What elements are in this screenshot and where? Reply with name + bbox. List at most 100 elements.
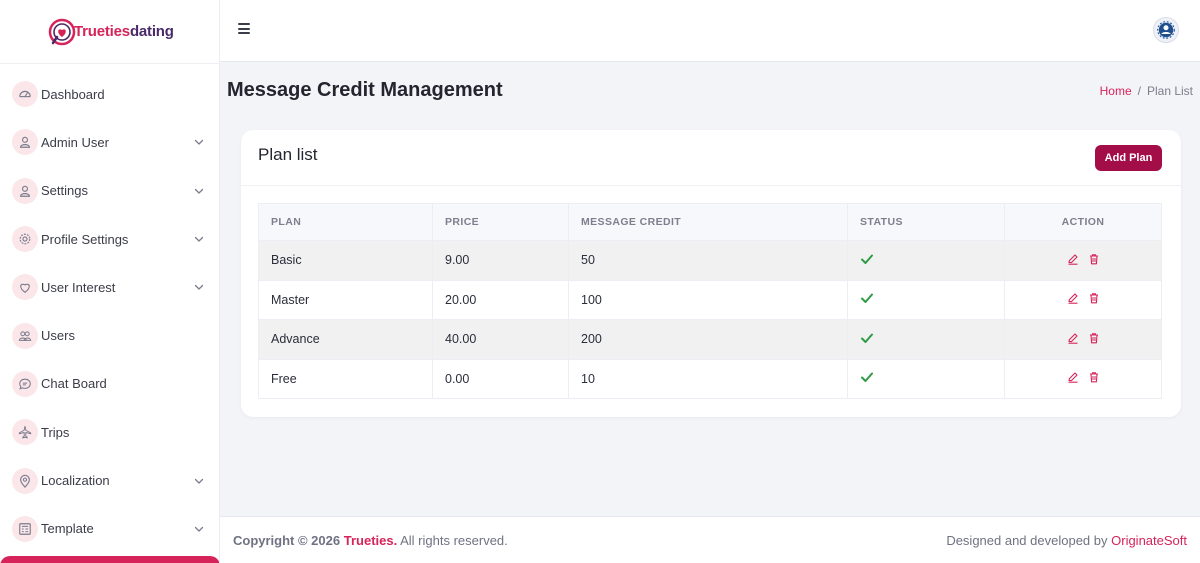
dashboard-icon (12, 81, 38, 108)
location-pin-icon (12, 467, 38, 494)
table-row: Advance 40.00 200 (258, 319, 1162, 360)
sidebar-item-label: Users (41, 328, 75, 344)
footer-copyright: Copyright © 2026 Trueties. All rights re… (233, 533, 508, 548)
sidebar-item-label: Chat Board (41, 376, 107, 392)
check-icon (861, 333, 873, 343)
cell-action (1004, 279, 1162, 320)
check-icon (861, 372, 873, 383)
breadcrumb: Home / Plan List (1100, 84, 1193, 98)
cell-message-credit: 100 (568, 279, 848, 320)
cell-plan: Basic (258, 240, 433, 281)
edit-icon[interactable] (1067, 371, 1079, 383)
plan-table: PLAN PRICE MESSAGE CREDIT STATUS ACTION … (258, 203, 1162, 399)
edit-icon[interactable] (1067, 292, 1079, 304)
cell-message-credit: 50 (568, 240, 848, 281)
breadcrumb-separator: / (1137, 84, 1141, 98)
sidebar: Truetiesdating Dashboard Admin User Settin… (0, 0, 220, 563)
logo-text-part1: Trueties (74, 23, 130, 40)
sidebar-item-chat-board[interactable]: Chat Board (0, 360, 219, 408)
sidebar-item-label: Template (41, 521, 94, 537)
sidebar-item-users[interactable]: Users (0, 311, 219, 359)
cell-price: 40.00 (432, 319, 569, 360)
column-header-plan[interactable]: PLAN (258, 203, 433, 241)
chevron-down-icon[interactable] (193, 233, 205, 245)
check-icon (861, 254, 873, 264)
plan-list-card: Plan list Add Plan PLAN PRICE MESSAGE CR… (241, 130, 1181, 417)
sidebar-item-template[interactable]: Template (0, 505, 219, 553)
table-row: Master 20.00 100 (258, 279, 1162, 320)
cell-price: 20.00 (432, 279, 569, 320)
cell-status (847, 279, 1005, 320)
sidebar-item-localization[interactable]: Localization (0, 456, 219, 504)
footer-credits: Designed and developed by OriginateSoft (946, 533, 1187, 548)
delete-icon[interactable] (1088, 253, 1100, 265)
footer-brand-link[interactable]: Trueties. (344, 533, 397, 548)
footer: Copyright © 2026 Trueties. All rights re… (220, 516, 1200, 563)
add-plan-button[interactable]: Add Plan (1095, 145, 1162, 171)
sidebar-item-label: Settings (41, 183, 88, 199)
chevron-down-icon[interactable] (193, 523, 205, 535)
sidebar-item-profile-settings[interactable]: Profile Settings (0, 215, 219, 263)
delete-icon[interactable] (1088, 292, 1100, 304)
edit-icon[interactable] (1067, 253, 1079, 265)
users-icon (12, 322, 38, 349)
column-header-status[interactable]: STATUS (847, 203, 1005, 241)
logo-text: Truetiesdating (74, 23, 174, 40)
sidebar-item-trips[interactable]: Trips (0, 408, 219, 456)
table-body: Basic 9.00 50 Master 20.00 100 Advance 40.00 200… (258, 240, 1162, 399)
sidebar-item-settings[interactable]: Settings (0, 167, 219, 215)
gear-icon (12, 226, 38, 253)
menu-toggle-icon[interactable] (238, 23, 250, 35)
cell-action (1004, 358, 1162, 399)
sidebar-item-admin-user[interactable]: Admin User (0, 118, 219, 166)
copyright-text: Copyright © 2026 (233, 533, 341, 548)
delete-icon[interactable] (1088, 371, 1100, 383)
sidebar-item-user-interest[interactable]: User Interest (0, 263, 219, 311)
table-header-row: PLAN PRICE MESSAGE CREDIT STATUS ACTION (258, 203, 1162, 241)
template-icon (12, 515, 38, 542)
sidebar-item-label: Trips (41, 424, 70, 440)
chevron-down-icon[interactable] (193, 281, 205, 293)
sidebar-item-label: Dashboard (41, 86, 105, 102)
cell-message-credit: 200 (568, 319, 848, 360)
rights-text: All rights reserved. (400, 533, 508, 548)
chevron-down-icon[interactable] (193, 185, 205, 197)
developer-link[interactable]: OriginateSoft (1111, 533, 1187, 548)
cell-status (847, 319, 1005, 360)
card-title: Plan list (258, 145, 318, 164)
column-header-price[interactable]: PRICE (432, 203, 569, 241)
sidebar-item-dashboard[interactable]: Dashboard (0, 70, 219, 118)
cell-plan: Advance (258, 319, 433, 360)
page-title: Message Credit Management (227, 79, 503, 101)
chevron-down-icon[interactable] (193, 475, 205, 487)
card-header: Plan list Add Plan (241, 130, 1181, 186)
cell-price: 9.00 (432, 240, 569, 281)
breadcrumb-home-link[interactable]: Home (1100, 84, 1132, 98)
heart-icon (12, 274, 38, 301)
plane-icon (12, 419, 38, 446)
sidebar-active-item[interactable] (0, 556, 219, 563)
user-icon (12, 177, 38, 204)
cell-action (1004, 319, 1162, 360)
logo[interactable]: Truetiesdating (0, 0, 219, 64)
table-row: Basic 9.00 50 (258, 240, 1162, 281)
column-header-message-credit[interactable]: MESSAGE CREDIT (568, 203, 848, 241)
cell-price: 0.00 (432, 358, 569, 399)
sidebar-item-label: Profile Settings (41, 231, 129, 247)
chevron-down-icon[interactable] (193, 136, 205, 148)
column-header-action: ACTION (1004, 203, 1162, 241)
cell-plan: Free (258, 358, 433, 399)
breadcrumb-current: Plan List (1146, 84, 1193, 98)
cell-message-credit: 10 (568, 358, 848, 399)
edit-icon[interactable] (1067, 332, 1079, 344)
chat-icon (12, 370, 38, 397)
cell-status (847, 240, 1005, 281)
sidebar-item-label: Admin User (41, 134, 109, 150)
designed-by-text: Designed and developed by (946, 533, 1108, 548)
check-icon (861, 293, 873, 304)
delete-icon[interactable] (1088, 332, 1100, 344)
cell-action (1004, 240, 1162, 281)
profile-avatar-icon[interactable] (1153, 17, 1179, 43)
logo-heart-icon (47, 17, 77, 47)
cell-plan: Master (258, 279, 433, 320)
